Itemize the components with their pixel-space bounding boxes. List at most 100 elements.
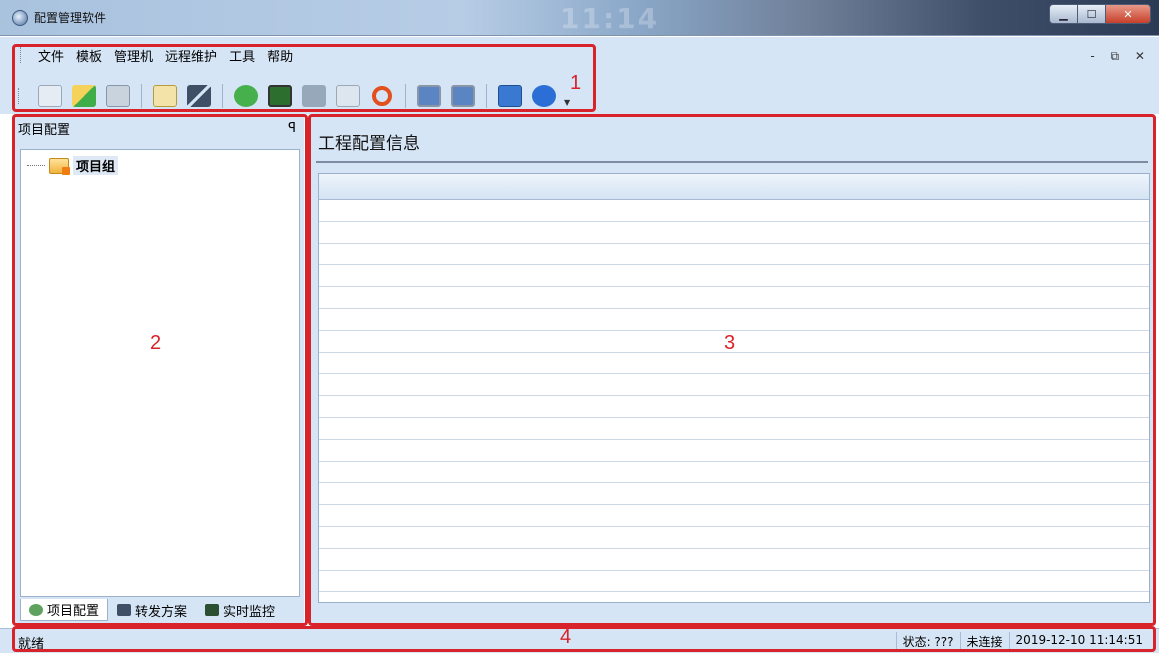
table-row[interactable] — [319, 483, 1149, 506]
reload-icon — [372, 86, 392, 106]
tree-connector — [27, 165, 45, 166]
new-file-button[interactable] — [36, 83, 64, 109]
panel-title: 项目配置 — [18, 122, 71, 138]
panel-title: 工程配置信息 — [318, 134, 420, 154]
tab-label: 转发方案 — [135, 604, 188, 620]
table-row[interactable] — [319, 418, 1149, 440]
minimize-button[interactable]: ▁ — [1049, 4, 1077, 24]
menu-grip[interactable] — [20, 47, 24, 63]
link-button[interactable] — [185, 83, 213, 109]
table-row[interactable] — [319, 374, 1149, 397]
monitor-check-button[interactable] — [266, 83, 294, 109]
menu-remote-maintenance[interactable]: 远程维护 — [159, 46, 223, 65]
annotation-number-2: 2 — [150, 332, 162, 354]
gear-icon — [29, 603, 43, 616]
new-file-icon — [38, 85, 62, 107]
monitor-grey-button[interactable] — [300, 83, 328, 109]
ssh-button[interactable] — [415, 83, 443, 109]
tree-node-project-group[interactable]: 项目组 — [27, 156, 119, 175]
status-right: 状态: ??? 未连接 2019-12-10 11:14:51 — [895, 632, 1149, 651]
title-left: 配置管理软件 — [12, 9, 106, 26]
table-row[interactable] — [319, 244, 1149, 266]
project-config-panel: 项目配置 ꟼ 项目组 项目配置 转发方案 实时监控 — [14, 117, 304, 625]
toolbar-separator — [486, 84, 487, 108]
table-row[interactable] — [319, 309, 1149, 331]
menu-help[interactable]: 帮助 — [261, 46, 299, 65]
help-button[interactable] — [496, 83, 524, 109]
table-row[interactable] — [319, 353, 1149, 375]
status-connection: 未连接 — [959, 632, 1009, 651]
link-icon — [117, 604, 132, 616]
table-row[interactable] — [319, 440, 1149, 462]
table-row[interactable] — [319, 287, 1149, 309]
help-icon — [498, 85, 522, 107]
table-row[interactable] — [319, 200, 1149, 222]
divider — [316, 161, 1148, 163]
toolbar-separator — [141, 84, 142, 108]
menu-bar: 文件 模板 管理机 远程维护 工具 帮助 — [20, 44, 299, 66]
project-info-panel: 工程配置信息 — [310, 117, 1156, 625]
reload-button[interactable] — [368, 83, 396, 109]
status-ready: 就绪 — [18, 637, 45, 652]
title-bar: 配置管理软件 11:14 ▁ ☐ ✕ — [0, 0, 1159, 36]
pin-icon[interactable]: ꟼ — [288, 121, 296, 136]
open-file-icon — [72, 85, 96, 107]
open-file-button[interactable] — [70, 83, 98, 109]
settings-toggle-icon — [336, 85, 360, 107]
folder-icon — [49, 157, 70, 175]
menu-file[interactable]: 文件 — [32, 46, 70, 65]
close-button[interactable]: ✕ — [1105, 4, 1151, 24]
menu-tools[interactable]: 工具 — [223, 46, 261, 65]
tab-forwarding-plan[interactable]: 转发方案 — [108, 599, 196, 621]
panel-tabs: 项目配置 转发方案 实时监控 — [20, 599, 284, 621]
table-row[interactable] — [319, 462, 1149, 484]
book-button[interactable] — [151, 83, 179, 109]
refresh-arrow-button[interactable] — [232, 83, 260, 109]
window-title: 配置管理软件 — [34, 11, 107, 25]
ftp-icon — [451, 85, 475, 107]
status-state: 状态: ??? — [895, 632, 960, 651]
tab-project-config[interactable]: 项目配置 — [20, 599, 109, 621]
annotation-number-1: 1 — [570, 72, 582, 94]
tab-realtime-monitor[interactable]: 实时监控 — [196, 599, 284, 621]
app-icon — [12, 9, 28, 26]
table-row[interactable] — [319, 549, 1149, 571]
book-icon — [153, 85, 177, 107]
ftp-button[interactable] — [449, 83, 477, 109]
toolbar-separator — [405, 84, 406, 108]
table-row[interactable] — [319, 505, 1149, 527]
maximize-button[interactable]: ☐ — [1077, 4, 1105, 24]
info-button[interactable] — [530, 83, 558, 109]
settings-toggle-button[interactable] — [334, 83, 362, 109]
tab-label: 项目配置 — [47, 604, 100, 619]
window-controls: ▁ ☐ ✕ — [1049, 4, 1151, 24]
grid-header — [319, 174, 1149, 200]
annotation-number-3: 3 — [724, 332, 736, 354]
toolbar-grip[interactable] — [18, 88, 22, 104]
save-button[interactable] — [104, 83, 132, 109]
table-row[interactable] — [319, 396, 1149, 418]
link-icon — [187, 85, 211, 107]
table-row[interactable] — [319, 527, 1149, 549]
project-tree: 项目组 — [20, 149, 300, 597]
tree-node-label: 项目组 — [73, 156, 119, 175]
menu-manager[interactable]: 管理机 — [108, 46, 159, 65]
annotation-number-4: 4 — [560, 626, 572, 648]
mdi-controls[interactable]: - ⧉ ✕ — [1090, 49, 1151, 64]
table-row[interactable] — [319, 265, 1149, 288]
toolbar-separator — [222, 84, 223, 108]
info-grid[interactable] — [318, 173, 1150, 603]
monitor-grey-icon — [302, 85, 326, 107]
table-row[interactable] — [319, 571, 1149, 593]
info-icon — [532, 85, 556, 107]
monitor-check-icon — [268, 85, 292, 107]
ssh-icon — [417, 85, 441, 107]
toolbar: ▼ — [18, 81, 574, 111]
menu-template[interactable]: 模板 — [70, 46, 108, 65]
status-datetime: 2019-12-10 11:14:51 — [1008, 632, 1149, 651]
tab-label: 实时监控 — [223, 604, 276, 620]
desktop-clock-ghost: 11:14 — [560, 2, 660, 35]
table-row[interactable] — [319, 222, 1149, 244]
status-bar: 就绪 状态: ??? 未连接 2019-12-10 11:14:51 — [0, 628, 1159, 653]
refresh-arrow-icon — [234, 85, 258, 107]
